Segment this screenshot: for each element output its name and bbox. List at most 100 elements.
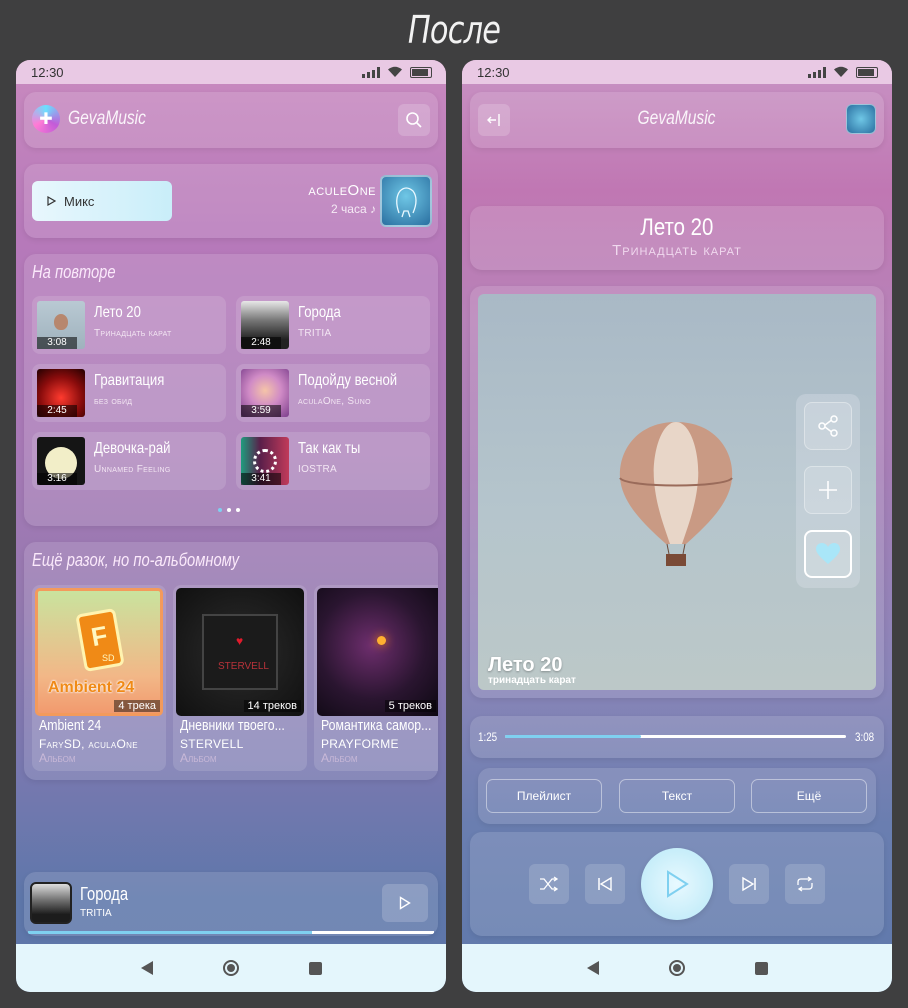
track-item[interactable]: 3:41 Так как ты IOSTRA [236,432,430,490]
album-cover: ♥ STERVELL [176,588,304,716]
mix-button[interactable]: Микс [32,181,172,221]
album-cover-text: STERVELL [218,661,269,672]
track-item[interactable]: 2:45 Гравитация без обид [32,364,226,422]
like-button[interactable] [804,530,852,578]
wifi-icon [388,66,402,77]
album-artist: STERVELL [180,737,244,751]
back-icon[interactable] [586,961,599,975]
mini-player-cover [30,882,72,924]
play-icon [667,870,689,898]
system-nav-bar [462,944,892,992]
artist-avatar[interactable] [380,175,432,227]
search-button[interactable] [398,104,430,136]
app-title: GevaMusic [68,108,146,129]
album-card[interactable]: 5 треков Романтика самор... PRAYFORME Ал… [314,585,438,771]
track-item[interactable]: 2:48 Города TRITIA [236,296,430,354]
repeat-button[interactable] [785,864,825,904]
album-title: Ambient 24 [39,717,102,734]
track-title: Девочка-рай [94,440,171,457]
tab-more[interactable]: Ещё [751,779,867,813]
track-artist: без обид [94,396,133,407]
mix-label: Микс [64,193,95,209]
tab-playlist[interactable]: Плейлист [486,779,602,813]
artist-info[interactable]: aculeOne 2 часа ♪ [308,182,376,216]
status-bar: 12:30 [16,60,446,84]
heart-icon: ♥ [236,634,244,648]
track-item[interactable]: 3:08 Лето 20 Тринадцать карат [32,296,226,354]
action-sidebar [796,394,860,588]
heart-icon [816,543,840,564]
signal-icon [362,66,380,78]
track-title: Лето 20 [94,304,141,321]
track-duration: 3:16 [37,473,77,485]
home-icon[interactable] [222,960,239,976]
play-icon [399,896,411,910]
home-screen: 12:30 ✚ GevaMusic Микс aculeOne 2 часа ♪… [16,60,446,992]
album-type: Альбом [39,751,76,765]
album-logo-sub: SD [102,653,115,663]
track-artist: Unnamed Feeling [94,464,171,475]
mini-play-button[interactable] [382,884,428,922]
top-app-bar: GevaMusic [470,92,884,148]
comparison-heading: После [407,8,501,52]
play-button[interactable] [641,848,713,920]
back-icon[interactable] [140,961,153,975]
status-bar: 12:30 [462,60,892,84]
on-repeat-panel: На повторе 3:08 Лето 20 Тринадцать карат… [24,254,438,526]
face-outline-icon [396,187,417,218]
page-indicator[interactable] [218,508,240,512]
track-artist: IOSTRA [298,464,338,475]
mix-panel: Микс aculeOne 2 часа ♪ [24,164,438,238]
now-playing-header: Лето 20 Тринадцать карат [470,206,884,270]
album-type: Альбом [180,751,217,765]
mini-player[interactable]: Города TRITIA [24,872,438,936]
share-button[interactable] [804,402,852,450]
track-duration: 3:41 [241,473,281,485]
album-track-count: 5 треков [384,700,436,712]
section-title-on-repeat: На повторе [32,262,116,282]
track-item[interactable]: 3:59 Подойду весной aculaOne, Suno [236,364,430,422]
hot-air-balloon-icon [619,422,733,566]
artist-duration: 2 часа ♪ [331,202,376,216]
track-item[interactable]: 3:16 Девочка-рай Unnamed Feeling [32,432,226,490]
album-artist: FarySD, aculaOne [39,737,138,751]
skip-next-icon [742,876,756,892]
album-card[interactable]: ♥ STERVELL 14 треков Дневники твоего... … [173,585,307,771]
shuffle-icon [540,876,559,892]
now-playing-artist: Тринадцать карат [612,242,742,259]
status-time: 12:30 [477,65,510,80]
top-app-bar: ✚ GevaMusic [24,92,438,148]
album-logo-letter: F [75,607,125,673]
album-title: Романтика самор... [321,717,432,734]
repeat-icon [797,876,813,892]
track-duration: 3:59 [241,405,281,417]
plus-icon [819,481,837,499]
system-nav-bar [16,944,446,992]
signal-icon [808,66,826,78]
tab-lyrics[interactable]: Текст [619,779,735,813]
mini-player-title: Города [80,884,129,904]
player-screen: 12:30 GevaMusic Лето 20 Тринадцать карат… [462,60,892,992]
seek-bar[interactable] [505,735,846,738]
shuffle-button[interactable] [529,864,569,904]
recents-icon[interactable] [754,961,768,975]
track-title: Города [298,304,341,321]
next-button[interactable] [729,864,769,904]
cover-panel: Лето 20 тринадцать карат [470,286,884,698]
album-type: Альбом [321,751,358,765]
previous-button[interactable] [585,864,625,904]
artist-avatar[interactable] [846,104,876,134]
search-icon [406,112,422,128]
recents-icon[interactable] [308,961,322,975]
add-to-playlist-button[interactable] [804,466,852,514]
album-card[interactable]: F SD Ambient 24 4 трека Ambient 24 FaryS… [32,585,166,771]
mini-progress-track[interactable] [28,931,434,934]
progress-panel: 1:25 3:08 [470,716,884,758]
artist-name: aculeOne [308,182,376,199]
skip-previous-icon [598,876,612,892]
track-duration: 2:48 [241,337,281,349]
time-current: 1:25 [478,730,498,744]
track-title: Гравитация [94,372,165,389]
album-track-count: 4 трека [114,700,160,712]
home-icon[interactable] [668,960,685,976]
